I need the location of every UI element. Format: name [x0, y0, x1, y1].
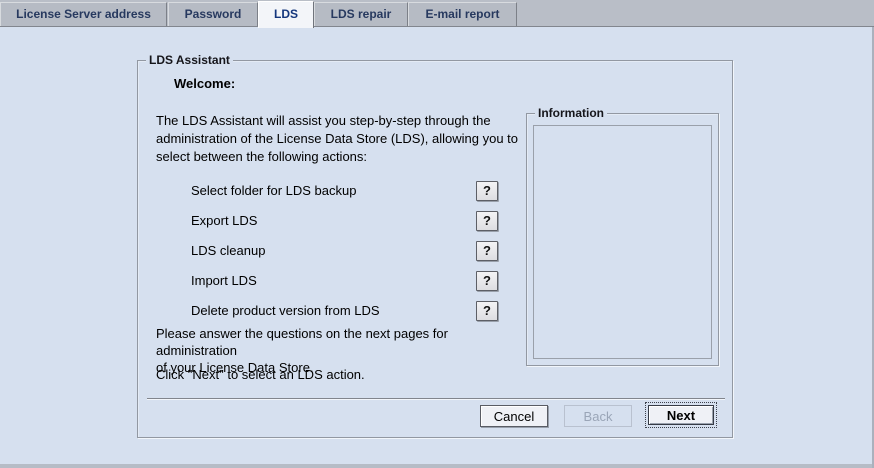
- action-label-backup: Select folder for LDS backup: [191, 180, 356, 202]
- action-row-delete: Delete product version from LDS ?: [138, 300, 526, 322]
- button-separator: [147, 398, 725, 400]
- help-button-import[interactable]: ?: [476, 271, 498, 291]
- help-button-backup[interactable]: ?: [476, 181, 498, 201]
- lds-assistant-groupbox: LDS Assistant Welcome: The LDS Assistant…: [137, 60, 733, 438]
- tab-lds-repair[interactable]: LDS repair: [314, 2, 408, 26]
- action-row-import: Import LDS ?: [138, 270, 526, 292]
- action-row-export: Export LDS ?: [138, 210, 526, 232]
- tab-lds[interactable]: LDS: [258, 1, 314, 28]
- action-label-cleanup: LDS cleanup: [191, 240, 265, 262]
- information-groupbox: Information: [526, 113, 719, 366]
- action-row-cleanup: LDS cleanup ?: [138, 240, 526, 262]
- cancel-button[interactable]: Cancel: [480, 405, 548, 427]
- action-label-delete: Delete product version from LDS: [191, 300, 380, 322]
- action-label-import: Import LDS: [191, 270, 257, 292]
- back-button: Back: [564, 405, 632, 427]
- action-row-backup: Select folder for LDS backup ?: [138, 180, 526, 202]
- information-textarea: [533, 125, 712, 359]
- tab-bar: License Server address Password LDS LDS …: [0, 0, 874, 27]
- welcome-heading: Welcome:: [174, 76, 235, 91]
- information-groupbox-title: Information: [535, 106, 607, 120]
- next-hint-text: Click "Next" to select an LDS action.: [156, 367, 526, 382]
- next-button-focus-ring: Next: [645, 402, 717, 428]
- action-label-export: Export LDS: [191, 210, 257, 232]
- tab-email-report[interactable]: E-mail report: [408, 2, 517, 26]
- next-button[interactable]: Next: [648, 405, 714, 425]
- lds-configuration-window: License Server address Password LDS LDS …: [0, 0, 874, 468]
- help-button-cleanup[interactable]: ?: [476, 241, 498, 261]
- help-button-export[interactable]: ?: [476, 211, 498, 231]
- lds-assistant-groupbox-title: LDS Assistant: [146, 53, 233, 67]
- help-button-delete[interactable]: ?: [476, 301, 498, 321]
- tab-password[interactable]: Password: [168, 2, 258, 26]
- intro-text: The LDS Assistant will assist you step-b…: [156, 112, 526, 166]
- tab-license-server-address[interactable]: License Server address: [0, 2, 167, 26]
